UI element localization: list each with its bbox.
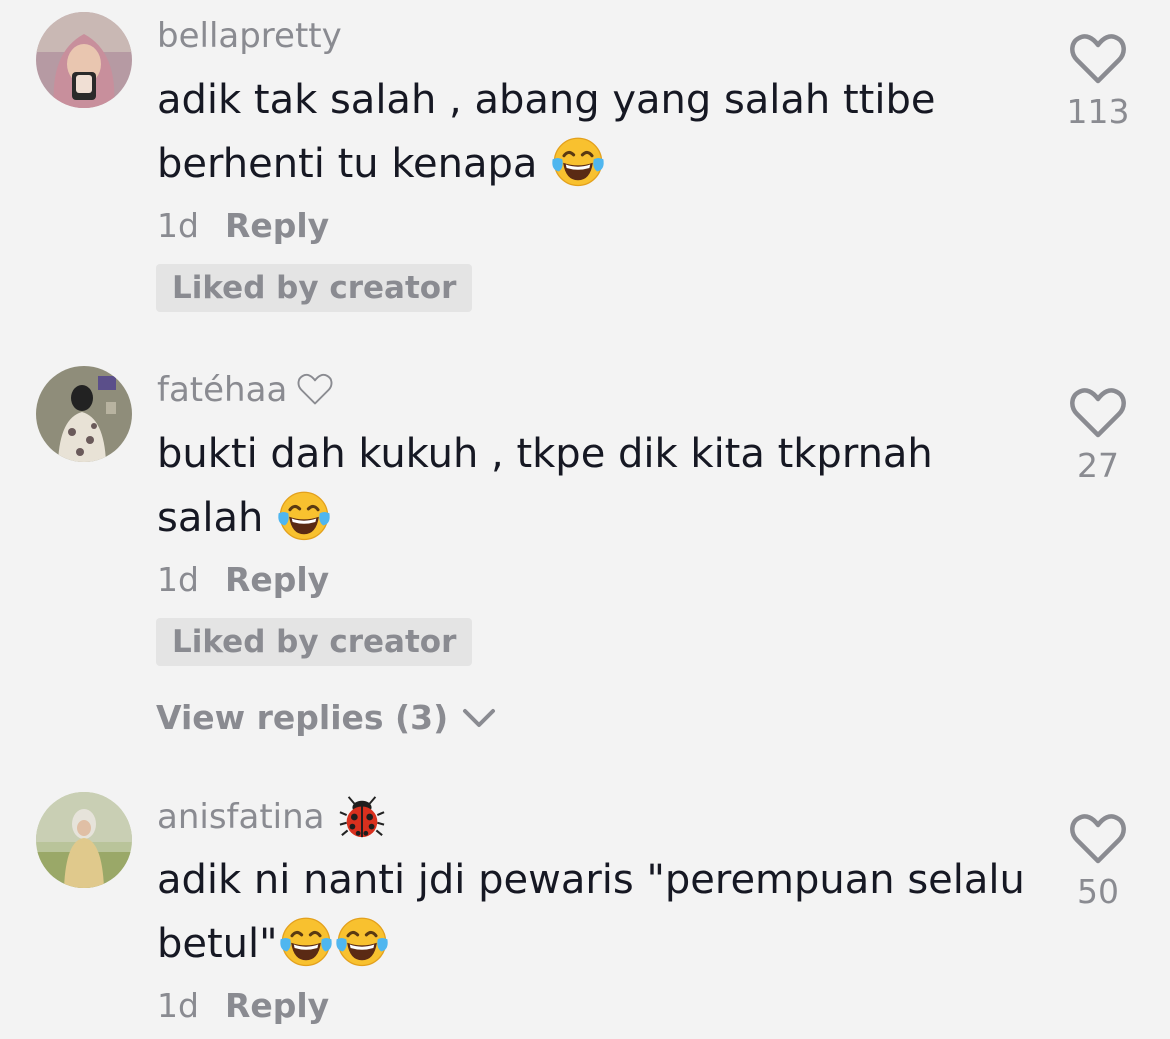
username-text[interactable]: bellapretty <box>157 16 342 56</box>
reply-button[interactable]: Reply <box>225 560 329 599</box>
comment-username[interactable]: fatéhaa <box>157 370 333 410</box>
comment-text-content: adik tak salah , abang yang salah ttibe … <box>157 77 936 187</box>
like-column: 113 <box>1058 34 1138 131</box>
tears-of-joy-emoji-icon <box>550 133 606 189</box>
tears-of-joy-emoji-icon <box>278 913 334 969</box>
like-count: 113 <box>1066 92 1130 131</box>
liked-by-creator-badge: Liked by creator <box>156 618 473 666</box>
comment-username[interactable]: bellapretty <box>157 16 342 56</box>
heart-icon[interactable] <box>1070 34 1126 86</box>
ladybug-emoji-icon <box>339 796 384 838</box>
comment-meta: 1d Reply <box>157 206 329 245</box>
username-text[interactable]: anisfatina <box>157 797 325 837</box>
comment-meta: 1d Reply <box>157 986 329 1025</box>
heart-icon[interactable] <box>1070 814 1126 866</box>
white-heart-emoji-icon <box>297 373 333 405</box>
like-count: 27 <box>1077 446 1119 485</box>
tears-of-joy-emoji-icon <box>276 487 332 543</box>
comment-text: adik tak salah , abang yang salah ttibe … <box>157 68 1037 196</box>
chevron-down-icon <box>463 708 496 727</box>
like-count: 50 <box>1077 872 1119 911</box>
heart-icon[interactable] <box>1070 388 1126 440</box>
reply-button[interactable]: Reply <box>225 986 329 1025</box>
comment-time: 1d <box>157 206 199 245</box>
tears-of-joy-emoji-icon <box>334 913 390 969</box>
like-column: 50 <box>1058 814 1138 911</box>
username-text[interactable]: fatéhaa <box>157 370 287 410</box>
comment-text: bukti dah kukuh , tkpe dik kita tkprnah … <box>157 422 1037 550</box>
comment-meta: 1d Reply <box>157 560 329 599</box>
comment-time: 1d <box>157 560 199 599</box>
avatar[interactable] <box>36 792 132 888</box>
avatar[interactable] <box>36 12 132 108</box>
view-replies-button[interactable]: View replies (3) <box>156 698 496 737</box>
comment-username[interactable]: anisfatina <box>157 794 385 840</box>
comment-text-content: bukti dah kukuh , tkpe dik kita tkprnah … <box>157 431 933 541</box>
liked-by-creator-badge: Liked by creator <box>156 264 473 312</box>
comment-time: 1d <box>157 986 199 1025</box>
avatar[interactable] <box>36 366 132 462</box>
reply-button[interactable]: Reply <box>225 206 329 245</box>
comment-text: adik ni nanti jdi pewaris "perempuan sel… <box>157 848 1037 976</box>
view-replies-label[interactable]: View replies (3) <box>156 698 448 737</box>
like-column: 27 <box>1058 388 1138 485</box>
